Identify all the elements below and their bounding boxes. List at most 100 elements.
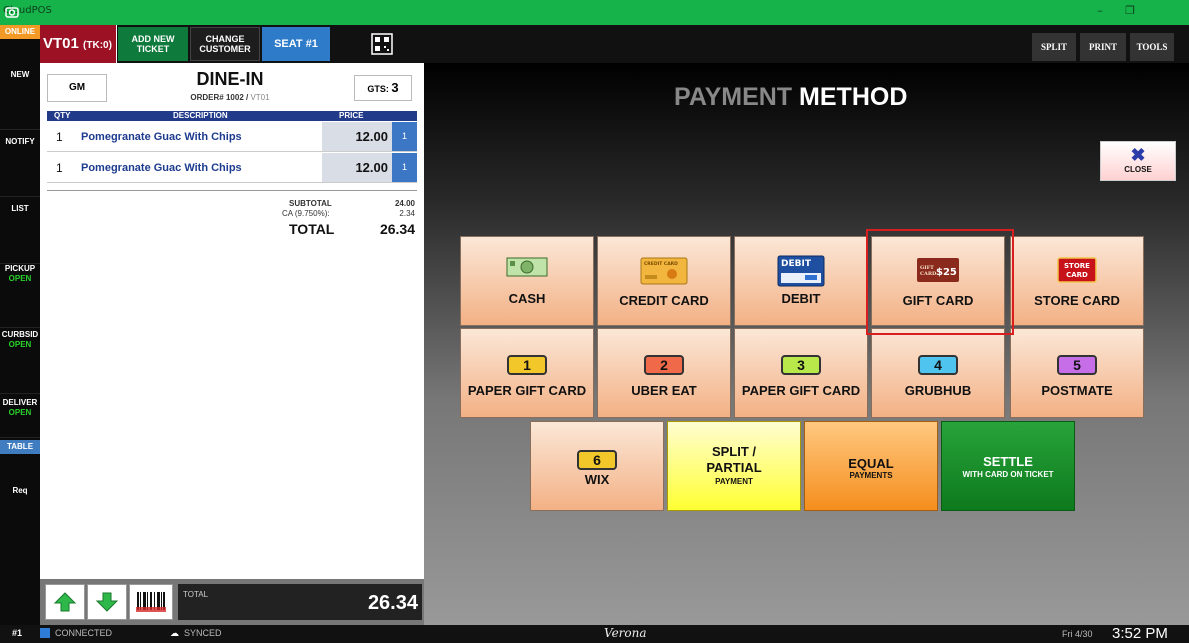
debit-card-icon: DEBIT xyxy=(777,255,825,287)
scroll-down-button[interactable] xyxy=(87,584,127,620)
server-button[interactable]: GM xyxy=(47,74,107,102)
change-customer-button[interactable]: CHANGE CUSTOMER xyxy=(190,27,260,61)
arrow-up-icon xyxy=(53,592,77,612)
guests-count-button[interactable]: GTS: 3 xyxy=(354,75,412,101)
ticket-number-icon: 1 xyxy=(507,355,547,375)
tax-label: CA (9.750%): xyxy=(282,209,330,218)
credit-card-tile[interactable]: CREDIT CARD CREDIT CARD xyxy=(597,236,731,326)
bottom-total-label: TOTAL xyxy=(183,590,209,599)
station-number: #1 xyxy=(12,628,23,638)
split-button[interactable]: SPLIT xyxy=(1032,33,1076,61)
ticket-number-icon: 2 xyxy=(644,355,684,375)
item-price: 12.00 xyxy=(322,122,392,151)
item-description: Pomegranate Guac With Chips xyxy=(81,162,242,174)
tools-button[interactable]: TOOLS xyxy=(1130,33,1174,61)
ticket-totals: SUBTOTAL 24.00 CA (9.750%): 2.34 TOTAL 2… xyxy=(47,190,417,237)
item-description: Pomegranate Guac With Chips xyxy=(81,131,242,143)
subtotal-label: SUBTOTAL xyxy=(289,199,332,208)
rail-item-list[interactable]: LIST xyxy=(0,204,40,264)
store-card-icon: STORECARD xyxy=(1057,257,1097,283)
postmate-tile[interactable]: 5 POSTMATE xyxy=(1010,328,1144,418)
col-description: DESCRIPTION xyxy=(173,111,228,120)
subtotal-value: 24.00 xyxy=(394,199,415,208)
split-partial-payment-button[interactable]: SPLIT / PARTIAL PAYMENT xyxy=(667,421,801,511)
debit-icon-text: DEBIT xyxy=(781,259,812,269)
bottom-total-display: TOTAL 26.34 xyxy=(178,584,422,620)
synced-status: SYNCED xyxy=(184,628,222,638)
time-display: 3:52 PM xyxy=(1112,625,1168,642)
barcode-scan-button[interactable] xyxy=(129,584,173,620)
item-qty: 1 xyxy=(56,161,63,175)
debit-tile[interactable]: DEBIT DEBIT xyxy=(734,236,868,326)
ticket-number-icon: 3 xyxy=(781,355,821,375)
add-new-ticket-button[interactable]: ADD NEW TICKET xyxy=(118,27,188,61)
total-value: 26.34 xyxy=(379,221,415,237)
location-name: Verona xyxy=(604,626,647,640)
status-bar: #1 CONNECTED ☁ SYNCED Verona Fri 4/30 3:… xyxy=(0,625,1189,643)
paper-gift-card-1-tile[interactable]: 1 PAPER GIFT CARD xyxy=(460,328,594,418)
total-label: TOTAL xyxy=(289,221,335,237)
ticket-panel: GM DINE-IN ORDER# 1002 / VT01 GTS: 3 QTY… xyxy=(40,63,424,625)
rail-item-delivery[interactable]: DELIVER OPEN xyxy=(0,398,40,438)
current-ticket-label[interactable]: VT01 (TK:0) xyxy=(40,25,117,63)
qr-code-icon xyxy=(371,33,393,55)
connected-status: CONNECTED xyxy=(55,628,113,638)
seat-button[interactable]: SEAT #1 xyxy=(262,27,330,61)
bottom-total-amount: 26.34 xyxy=(367,592,418,614)
arrow-down-icon xyxy=(95,592,119,612)
order-type-title[interactable]: DINE-IN xyxy=(170,69,290,90)
close-icon: ✖ xyxy=(1130,145,1146,165)
col-price: PRICE xyxy=(339,111,364,120)
item-qty: 1 xyxy=(56,130,63,144)
cash-tile[interactable]: CASH xyxy=(460,236,594,326)
store-icon-text: STORE xyxy=(1064,262,1090,270)
item-price: 12.00 xyxy=(322,153,392,182)
credit-card-icon: CREDIT CARD xyxy=(640,257,688,285)
sync-icon: ☁ xyxy=(170,628,179,638)
window-title-bar: CloudPOS – ❐ xyxy=(0,0,1189,25)
payment-method-area: PAYMENT METHOD ✖ CLOSE CASH CREDIT CARD … xyxy=(424,63,1189,625)
payment-method-title: PAYMENT METHOD xyxy=(674,83,908,111)
uber-eat-tile[interactable]: 2 UBER EAT xyxy=(597,328,731,418)
close-button[interactable]: ✖ CLOSE xyxy=(1100,141,1176,181)
top-toolbar: VT01 (TK:0) ADD NEW TICKET CHANGE CUSTOM… xyxy=(40,25,1189,63)
equal-payments-button[interactable]: EQUAL PAYMENTS xyxy=(804,421,938,511)
gift-card-selection-highlight xyxy=(866,229,1014,335)
minimize-icon[interactable]: – xyxy=(1090,3,1110,19)
rail-item-new[interactable]: NEW xyxy=(0,70,40,130)
rail-item-req[interactable]: Req xyxy=(0,486,40,500)
paper-gift-card-3-tile[interactable]: 3 PAPER GIFT CARD xyxy=(734,328,868,418)
col-qty: QTY xyxy=(54,111,71,120)
ticket-number-icon: 4 xyxy=(918,355,958,375)
item-seat-button[interactable]: 1 xyxy=(392,122,417,151)
maximize-icon[interactable]: ❐ xyxy=(1120,3,1140,19)
date-display: Fri 4/30 xyxy=(1062,629,1093,639)
ticket-header: GM DINE-IN ORDER# 1002 / VT01 GTS: 3 xyxy=(40,63,424,111)
print-button[interactable]: PRINT xyxy=(1080,33,1126,61)
barcode-icon xyxy=(136,592,166,612)
scroll-up-button[interactable] xyxy=(45,584,85,620)
wix-tile[interactable]: 6 WIX xyxy=(530,421,664,511)
store-card-tile[interactable]: STORE CARD STORE CARD xyxy=(1010,236,1144,326)
grubhub-tile[interactable]: 4 GRUBHUB xyxy=(871,328,1005,418)
store-icon-card-text: CARD xyxy=(1066,271,1088,279)
rail-item-curbside[interactable]: CURBSID OPEN xyxy=(0,330,40,394)
tax-value: 2.34 xyxy=(399,209,415,218)
connected-icon xyxy=(40,628,50,638)
ticket-number-icon: 5 xyxy=(1057,355,1097,375)
order-number: ORDER# 1002 / VT01 xyxy=(190,93,270,102)
credit-card-icon-text: CREDIT CARD xyxy=(644,261,678,267)
cash-icon xyxy=(506,257,548,277)
ticket-bottom-bar: TOTAL 26.34 xyxy=(40,579,424,625)
settle-with-card-button[interactable]: SETTLE WITH CARD ON TICKET xyxy=(941,421,1075,511)
ticket-column-header: QTY DESCRIPTION PRICE xyxy=(47,111,417,121)
qr-code-button[interactable] xyxy=(332,27,432,61)
ticket-line-item[interactable]: 1 Pomegranate Guac With Chips 12.00 1 xyxy=(47,122,417,152)
ticket-number-icon: 6 xyxy=(577,450,617,470)
rail-item-table[interactable]: TABLE xyxy=(0,440,40,454)
item-seat-button[interactable]: 1 xyxy=(392,153,417,182)
ticket-line-item[interactable]: 1 Pomegranate Guac With Chips 12.00 1 xyxy=(47,153,417,183)
rail-item-pickup[interactable]: PICKUP OPEN xyxy=(0,264,40,328)
online-status-badge: ONLINE xyxy=(0,25,40,39)
rail-item-notify[interactable]: NOTIFY xyxy=(0,137,40,197)
